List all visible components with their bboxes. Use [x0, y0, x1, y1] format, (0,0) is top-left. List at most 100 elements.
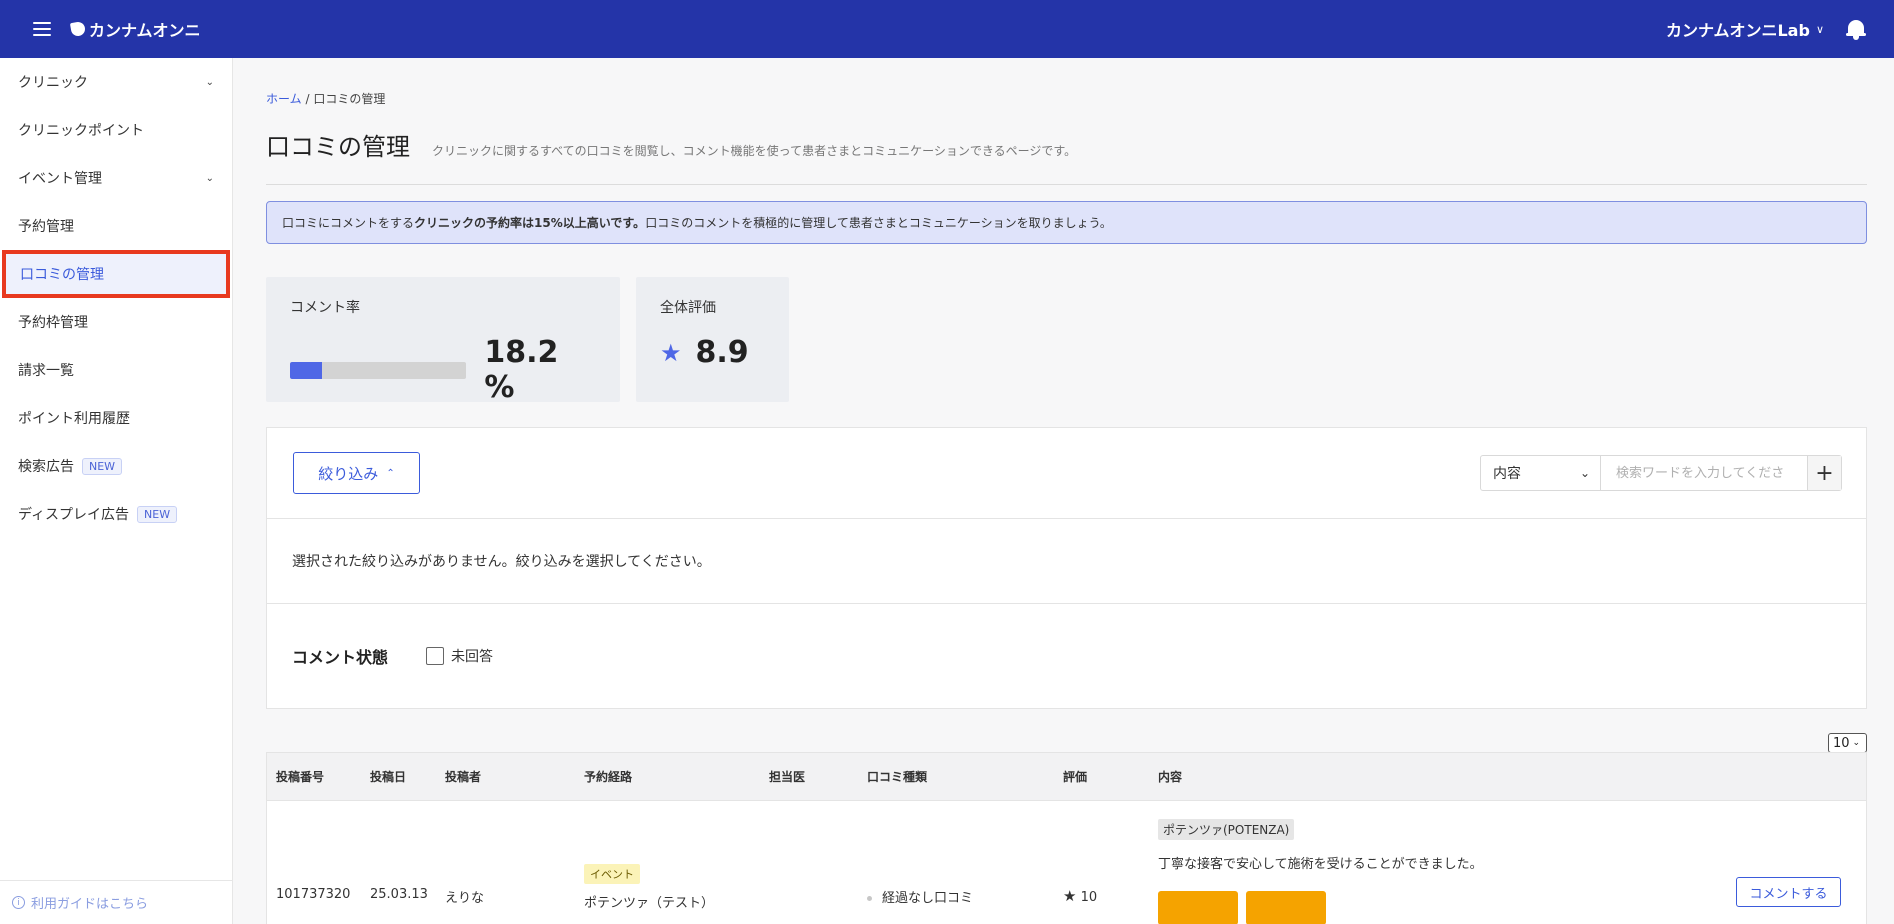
comment-button[interactable]: コメントする [1736, 877, 1841, 907]
stats-row: コメント率 18.2 % 全体評価 ★ 8.9 [266, 277, 1867, 405]
plus-icon: + [1815, 460, 1834, 486]
filter-toggle-button[interactable]: 絞り込み ⌃ [293, 452, 420, 494]
comment-rate-card: コメント率 18.2 % [266, 277, 620, 405]
table-header: 投稿番号 投稿日 投稿者 予約経路 担当医 口コミ種類 評価 内容 [267, 753, 1866, 801]
filter-button-label: 絞り込み [318, 464, 379, 483]
title-row: 口コミの管理 クリニックに関するすべての口コミを閲覧し、コメント機能を使って患者… [266, 127, 1867, 185]
star-icon: ★ [1063, 887, 1077, 905]
breadcrumb-home[interactable]: ホーム [266, 92, 302, 106]
new-badge: NEW [137, 505, 178, 523]
column-header: 予約経路 [584, 770, 633, 784]
filter-panel: 絞り込み ⌃ 内容 ⌄ + 選択された絞り込みがありません。絞り込みを選択してく… [266, 427, 1867, 709]
comment-state-label: コメント状態 [292, 648, 389, 667]
main-content: ホーム / 口コミの管理 口コミの管理 クリニックに関するすべての口コミを閲覧し… [266, 58, 1867, 924]
review-content: 丁寧な接客で安心して施術を受けることができました。 [1158, 857, 1483, 872]
search-input[interactable] [1601, 456, 1807, 490]
table-row[interactable]: 101737320 25.03.13 えりな イベント ポテンツァ（テスト） 経… [267, 801, 1866, 924]
checkbox-box[interactable] [426, 647, 445, 665]
info-icon: i [12, 896, 25, 909]
chevron-up-icon: ⌃ [386, 467, 395, 479]
rating-value: 10 [1080, 890, 1098, 905]
route-name: ポテンツァ（テスト） [584, 896, 715, 911]
menu-icon[interactable] [33, 22, 51, 36]
breadcrumb-separator: / [301, 92, 314, 106]
column-header: 投稿番号 [276, 770, 325, 784]
column-header: 内容 [1158, 770, 1183, 784]
review-images [1158, 891, 1334, 924]
chevron-down-icon: ⌄ [1579, 466, 1590, 480]
column-header: 投稿者 [445, 770, 482, 784]
comment-rate-value: 18.2 % [484, 335, 559, 405]
logo-text: カンナムオンニ [89, 21, 201, 40]
app-logo[interactable]: カンナムオンニ [69, 17, 201, 41]
sidebar-item-billing[interactable]: 請求一覧 [0, 346, 232, 394]
overall-rating-value: 8.9 [695, 335, 749, 370]
search-field-select[interactable]: 内容 ⌄ [1481, 456, 1601, 490]
bell-icon[interactable] [1846, 18, 1866, 40]
chevron-down-icon: ⌄ [205, 172, 214, 184]
notice-prefix: 口コミにコメントをする [282, 216, 415, 230]
page-title: 口コミの管理 [266, 133, 410, 161]
column-header: 評価 [1063, 770, 1088, 784]
review-image[interactable] [1158, 891, 1238, 924]
sidebar-item-search-ads[interactable]: 検索広告 NEW [0, 442, 232, 490]
sidebar-item-label: 予約枠管理 [18, 315, 88, 331]
post-id: 101737320 [276, 887, 351, 902]
logo-icon [69, 20, 87, 38]
sidebar-item-display-ads[interactable]: ディスプレイ広告 NEW [0, 490, 232, 538]
overall-rating-card: 全体評価 ★ 8.9 [636, 277, 789, 402]
notice-suffix: 口コミのコメントを積極的に管理して患者さまとコミュニケーションを取りましょう。 [645, 216, 1112, 230]
filter-empty-message: 選択された絞り込みがありません。絞り込みを選択してください。 [267, 519, 1866, 604]
sidebar-item-label: 口コミの管理 [20, 267, 104, 283]
review-type-label: 経過なし口コミ [882, 891, 974, 906]
sidebar-item-clinic-point[interactable]: クリニックポイント [0, 106, 232, 154]
post-author: えりな [445, 891, 485, 906]
sidebar-item-label: イベント管理 [18, 171, 102, 187]
sidebar-item-label: 請求一覧 [18, 363, 74, 379]
chevron-down-icon: ∨ [1815, 22, 1824, 36]
new-badge: NEW [82, 457, 123, 475]
sidebar-item-slots[interactable]: 予約枠管理 [0, 298, 232, 346]
status-dot [867, 896, 872, 901]
search-select-value: 内容 [1493, 466, 1521, 482]
unanswered-label: 未回答 [451, 649, 494, 665]
account-menu[interactable]: カンナムオンニLab ∨ [1666, 17, 1824, 41]
sidebar: クリニック ⌄ クリニックポイント イベント管理 ⌄ 予約管理 口コミの管理 予… [0, 58, 233, 924]
unanswered-checkbox[interactable]: 未回答 [426, 646, 493, 666]
per-page-select[interactable]: 10 ⌄ [1828, 733, 1867, 753]
search-group: 内容 ⌄ + [1480, 455, 1842, 491]
product-tag: ポテンツァ(POTENZA) [1158, 819, 1295, 840]
sidebar-item-label: 検索広告 [18, 459, 74, 475]
sidebar-item-label: クリニック [18, 75, 88, 91]
column-header: 口コミ種類 [867, 770, 928, 784]
notice-bold: クリニックの予約率は15%以上高いです。 [414, 216, 646, 230]
rating: ★ 10 [1063, 887, 1097, 905]
column-header: 投稿日 [370, 770, 407, 784]
chevron-down-icon: ⌄ [205, 76, 214, 88]
column-header: 担当医 [769, 770, 806, 784]
sidebar-item-label: 予約管理 [18, 219, 74, 235]
chevron-down-icon: ⌄ [1852, 738, 1861, 748]
star-icon: ★ [660, 338, 682, 367]
account-name: カンナムオンニLab [1665, 21, 1810, 40]
breadcrumb-current: 口コミの管理 [313, 92, 386, 106]
per-page-value: 10 [1833, 735, 1850, 751]
reviews-table: 投稿番号 投稿日 投稿者 予約経路 担当医 口コミ種類 評価 内容 101737… [266, 752, 1867, 924]
sidebar-item-point-history[interactable]: ポイント利用履歴 [0, 394, 232, 442]
comment-rate-label: コメント率 [290, 300, 360, 316]
add-search-button[interactable]: + [1807, 456, 1841, 490]
top-header: カンナムオンニ カンナムオンニLab ∨ [0, 0, 1894, 58]
sidebar-item-label: ディスプレイ広告 [18, 507, 130, 523]
breadcrumb: ホーム / 口コミの管理 [266, 90, 1867, 107]
sidebar-item-clinic[interactable]: クリニック ⌄ [0, 58, 232, 106]
guide-label: 利用ガイドはこちら [31, 897, 149, 912]
comment-rate-progress [290, 361, 467, 379]
guide-link[interactable]: i 利用ガイドはこちら [0, 880, 233, 924]
review-type: 経過なし口コミ [867, 887, 973, 906]
sidebar-item-reviews[interactable]: 口コミの管理 [2, 250, 230, 298]
sidebar-item-reservation[interactable]: 予約管理 [0, 202, 232, 250]
sidebar-item-event[interactable]: イベント管理 ⌄ [0, 154, 232, 202]
progress-fill [290, 361, 323, 379]
page-description: クリニックに関するすべての口コミを閲覧し、コメント機能を使って患者さまとコミュニ… [432, 144, 1077, 158]
review-image[interactable] [1246, 891, 1326, 924]
